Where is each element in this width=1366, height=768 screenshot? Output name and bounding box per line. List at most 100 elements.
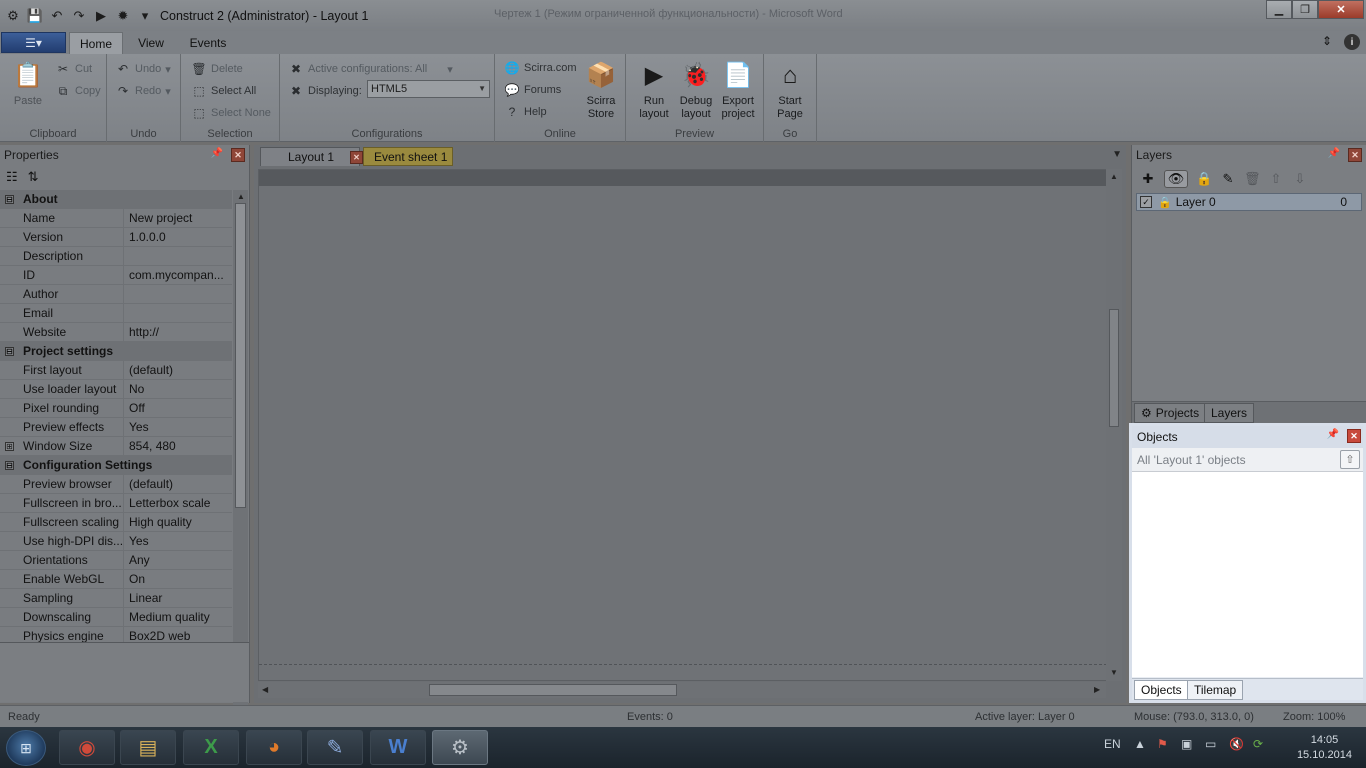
sort-az-icon[interactable]: ⇅ [28,169,39,185]
copy-button[interactable]: ⧉ Copy [55,83,101,99]
tab-objects[interactable]: Objects [1134,680,1189,700]
tab-events[interactable]: Events [184,32,232,54]
maximize-button[interactable]: ❐ [1292,0,1318,19]
select-none-button[interactable]: ⬚ Select None [191,105,271,121]
scroll-up-arrow-icon[interactable]: ▲ [237,192,245,201]
delete-button[interactable]: 🗑 Delete [191,61,242,77]
property-value[interactable]: Yes [124,534,232,548]
property-category[interactable]: ⊟ Configuration Settings [0,456,232,475]
explorer-taskbar-button[interactable]: ▤ [120,730,176,765]
property-row[interactable]: Enable WebGL On [0,569,232,589]
app-gear-icon[interactable]: ⚙ [4,7,22,25]
close-button[interactable]: ✕ [1318,0,1364,19]
scroll-left-arrow-icon[interactable]: ◀ [262,685,268,694]
property-value[interactable]: Yes [124,420,232,434]
tab-projects[interactable]: ⚙ Projects [1134,403,1207,423]
property-row[interactable]: Preview browser (default) [0,474,232,494]
scirra-link[interactable]: 🌐 Scirra.com [504,60,577,76]
redo-icon[interactable]: ↷ [70,7,88,25]
export-project-button[interactable]: 📄 Export project [717,58,759,121]
scroll-right-arrow-icon[interactable]: ▶ [1094,685,1100,694]
language-indicator[interactable]: EN [1104,737,1121,751]
layer-lock-icon[interactable]: 🔒 [1158,196,1172,209]
lock-icon[interactable]: 🔒 [1196,171,1212,187]
property-value[interactable]: Linear [124,591,232,605]
undo-button[interactable]: ↶ Undo ▾ [115,61,171,77]
property-row[interactable]: Sampling Linear [0,588,232,608]
collapse-icon[interactable]: ⊟ [5,460,14,470]
horizontal-scroll-thumb[interactable] [429,684,677,696]
properties-scroll-thumb[interactable] [235,203,246,508]
property-row[interactable]: Website http:// [0,322,232,342]
property-row[interactable]: Preview effects Yes [0,417,232,437]
undo-dropdown-icon[interactable]: ▾ [165,63,171,76]
debug-icon[interactable]: ✹ [114,7,132,25]
scroll-up-arrow-icon[interactable]: ▲ [1110,172,1118,181]
run-icon[interactable]: ▶ [92,7,110,25]
excel-taskbar-button[interactable]: X [183,730,239,765]
property-row[interactable]: Pixel rounding Off [0,398,232,418]
ribbon-collapse-icon[interactable]: ⇕ [1322,34,1332,50]
property-value[interactable]: Medium quality [124,610,232,624]
property-value[interactable]: (default) [124,477,232,491]
layout-vertical-scrollbar[interactable]: ▲ ▼ [1106,169,1122,681]
pin-icon[interactable]: 📌 [1328,148,1340,159]
property-value[interactable]: On [124,572,232,586]
property-row[interactable]: ID com.mycompan... [0,265,232,285]
active-configurations-dropdown[interactable]: ✖ Active configurations: All ▾ [288,61,453,77]
pin-icon[interactable]: 📌 [1327,429,1339,440]
volume-muted-icon[interactable]: 🔇 [1229,737,1244,751]
pin-icon[interactable]: 📌 [211,148,223,159]
delete-layer-icon[interactable]: 🗑 [1244,171,1261,187]
layout-horizontal-scrollbar[interactable]: ◀ ▶ [258,682,1106,698]
layers-close-button[interactable]: ✕ [1348,148,1362,162]
scroll-down-arrow-icon[interactable]: ▼ [1110,668,1118,677]
scirra-store-button[interactable]: 📦 Scirra Store [583,58,619,121]
tab-layers[interactable]: Layers [1204,403,1255,423]
show-hidden-icons-icon[interactable]: ▲ [1134,737,1146,751]
cut-button[interactable]: ✂ Cut [55,61,92,77]
redo-dropdown-icon[interactable]: ▾ [165,85,171,98]
property-value[interactable]: No [124,382,232,396]
property-value[interactable]: High quality [124,515,232,529]
info-icon[interactable]: i [1344,34,1360,50]
property-row[interactable]: Name New project [0,208,232,228]
tab-view[interactable]: View [130,32,172,54]
property-row[interactable]: Description [0,246,232,266]
tab-home[interactable]: Home [69,32,123,54]
property-row[interactable]: Version 1.0.0.0 [0,227,232,247]
property-row[interactable]: Use high-DPI dis... Yes [0,531,232,551]
property-value[interactable]: 854, 480 [124,439,232,453]
tab-tilemap[interactable]: Tilemap [1187,680,1244,700]
property-value[interactable]: Box2D web [124,629,232,643]
property-row[interactable]: Author [0,284,232,304]
objects-filter[interactable]: All 'Layout 1' objects ⇧ [1132,448,1363,472]
move-up-icon[interactable]: ⇧ [1268,171,1284,187]
sync-icon[interactable]: ⟳ [1253,737,1263,751]
construct2-taskbar-button[interactable]: ⚙ [432,730,488,765]
start-button[interactable]: ⊞ [6,730,46,766]
expand-icon[interactable]: ⊞ [5,441,14,451]
layer-visible-checkbox[interactable]: ✓ [1140,196,1152,208]
property-category[interactable]: ⊟ About [0,190,232,209]
minimize-button[interactable]: ▁ [1266,0,1292,19]
objects-close-button[interactable]: ✕ [1347,429,1361,443]
layout-canvas[interactable] [258,169,1108,681]
property-value[interactable]: http:// [124,325,232,339]
property-row[interactable]: First layout (default) [0,360,232,380]
clock[interactable]: 14:05 15.10.2014 [1297,733,1352,763]
property-value[interactable]: New project [124,211,232,225]
device-icon[interactable]: ▣ [1181,737,1192,751]
categorized-view-icon[interactable]: ☷ [6,169,18,185]
redo-button[interactable]: ↷ Redo ▾ [115,83,171,99]
document-list-dropdown-icon[interactable]: ▼ [1112,149,1122,160]
tab-layout-1[interactable]: Layout 1 ✕ [260,147,363,166]
property-value[interactable]: com.mycompan... [124,268,232,282]
help-link[interactable]: ? Help [504,104,547,120]
collapse-icon[interactable]: ⊟ [5,346,14,356]
displaying-select[interactable]: HTML5 ▼ [367,80,490,98]
property-row[interactable]: Fullscreen in bro... Letterbox scale [0,493,232,513]
objects-up-button-icon[interactable]: ⇧ [1340,450,1360,469]
property-row[interactable]: Use loader layout No [0,379,232,399]
debug-layout-button[interactable]: 🐞 Debug layout [676,58,716,121]
